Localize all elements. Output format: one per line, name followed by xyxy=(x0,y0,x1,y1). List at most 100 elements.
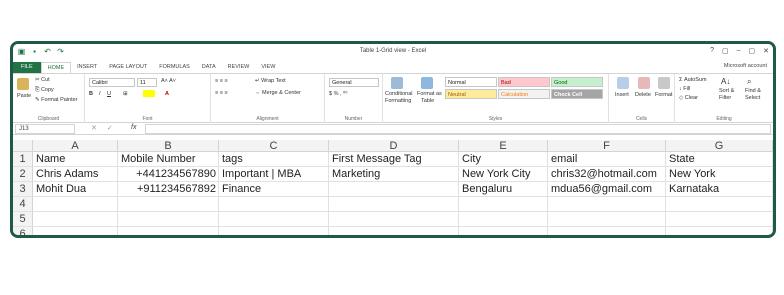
format-as-table-label-2[interactable]: Table xyxy=(421,98,434,104)
row-header[interactable]: 4 xyxy=(13,197,33,211)
paste-icon[interactable] xyxy=(17,78,29,90)
find-select-label-2[interactable]: Select xyxy=(745,95,760,101)
insert-cells-icon[interactable] xyxy=(617,77,629,89)
cell[interactable] xyxy=(329,182,459,196)
cell[interactable]: State xyxy=(666,152,773,166)
font-size-select[interactable]: 11 xyxy=(137,78,157,87)
row-header[interactable]: 3 xyxy=(13,182,33,196)
cell[interactable]: Chris Adams xyxy=(33,167,118,181)
cell[interactable] xyxy=(329,227,459,235)
column-header-c[interactable]: C xyxy=(219,140,329,152)
cell[interactable]: First Message Tag xyxy=(329,152,459,166)
format-button[interactable]: Format xyxy=(655,92,672,98)
cell[interactable]: +441234567890 xyxy=(118,167,219,181)
sort-icon[interactable]: A↓ xyxy=(721,77,730,86)
cell[interactable]: Marketing xyxy=(329,167,459,181)
conditional-formatting-label[interactable]: Conditional xyxy=(385,91,413,97)
cell[interactable] xyxy=(666,197,773,211)
help-icon[interactable]: ? xyxy=(710,47,714,55)
style-calculation[interactable]: Calculation xyxy=(498,89,550,99)
format-cells-icon[interactable] xyxy=(658,77,670,89)
cancel-icon[interactable]: ✕ xyxy=(91,124,97,132)
row-header[interactable]: 1 xyxy=(13,152,33,166)
paste-button[interactable]: Paste xyxy=(17,93,31,99)
style-check-cell[interactable]: Check Cell xyxy=(551,89,603,99)
cell[interactable]: chris32@hotmail.com xyxy=(548,167,666,181)
underline-icon[interactable]: U xyxy=(107,91,111,97)
column-header-g[interactable]: G xyxy=(666,140,773,152)
cell[interactable] xyxy=(118,197,219,211)
cell[interactable] xyxy=(459,212,548,226)
cell[interactable]: email xyxy=(548,152,666,166)
column-header-d[interactable]: D xyxy=(329,140,459,152)
clear-button[interactable]: ◇ Clear xyxy=(679,95,698,101)
close-icon[interactable]: ✕ xyxy=(763,47,769,55)
cell[interactable] xyxy=(548,227,666,235)
grow-shrink-font-icons[interactable]: A˄ A˅ xyxy=(161,78,176,84)
minimize-icon[interactable]: – xyxy=(737,47,741,55)
tab-file[interactable]: FILE xyxy=(13,62,41,73)
cell[interactable]: City xyxy=(459,152,548,166)
cell[interactable]: Bengaluru xyxy=(459,182,548,196)
column-header-f[interactable]: F xyxy=(548,140,666,152)
cell[interactable] xyxy=(118,212,219,226)
cell[interactable] xyxy=(666,212,773,226)
wrap-text-button[interactable]: ↵ Wrap Text xyxy=(255,78,286,84)
ribbon-display-icon[interactable]: ▢ xyxy=(722,47,729,55)
tab-data[interactable]: DATA xyxy=(196,62,222,73)
style-bad[interactable]: Bad xyxy=(498,77,550,87)
cell[interactable] xyxy=(666,227,773,235)
cell[interactable] xyxy=(459,227,548,235)
sort-filter-label-2[interactable]: Filter xyxy=(719,95,731,101)
maximize-icon[interactable]: ▢ xyxy=(749,47,756,55)
cell[interactable]: +911234567892 xyxy=(118,182,219,196)
cell[interactable]: New York City xyxy=(459,167,548,181)
cell[interactable] xyxy=(219,197,329,211)
column-header-b[interactable]: B xyxy=(118,140,219,152)
enter-icon[interactable]: ✓ xyxy=(107,124,113,132)
account-link[interactable]: Microsoft account xyxy=(724,63,767,69)
number-format-icons[interactable]: $ % , ⁰⁰ xyxy=(329,91,347,97)
cut-button[interactable]: ✂ Cut xyxy=(35,77,50,83)
conditional-formatting-icon[interactable] xyxy=(391,77,403,89)
cell[interactable] xyxy=(329,197,459,211)
conditional-formatting-label-2[interactable]: Formatting xyxy=(385,98,411,104)
delete-cells-icon[interactable] xyxy=(638,77,650,89)
cell[interactable] xyxy=(219,212,329,226)
name-box[interactable]: J13 xyxy=(15,124,75,134)
tab-page-layout[interactable]: PAGE LAYOUT xyxy=(103,62,153,73)
italic-icon[interactable]: I xyxy=(99,91,101,97)
cell[interactable] xyxy=(33,197,118,211)
find-icon[interactable]: ⌕ xyxy=(747,77,751,87)
style-neutral[interactable]: Neutral xyxy=(445,89,497,99)
row-header[interactable]: 5 xyxy=(13,212,33,226)
cell[interactable]: tags xyxy=(219,152,329,166)
row-header[interactable]: 2 xyxy=(13,167,33,181)
tab-home[interactable]: HOME xyxy=(40,62,72,73)
bold-icon[interactable]: B xyxy=(89,91,93,97)
fill-button[interactable]: ↓ Fill xyxy=(679,86,690,92)
tab-review[interactable]: REVIEW xyxy=(222,62,256,73)
cell[interactable]: mdua56@gmail.com xyxy=(548,182,666,196)
align-left-icons[interactable]: ≡ ≡ ≡ xyxy=(215,90,228,96)
cell[interactable] xyxy=(548,212,666,226)
select-all-corner[interactable] xyxy=(13,140,33,151)
cell[interactable] xyxy=(329,212,459,226)
style-good[interactable]: Good xyxy=(551,77,603,87)
cell[interactable] xyxy=(459,197,548,211)
find-select-label[interactable]: Find & xyxy=(745,88,761,94)
tab-view[interactable]: VIEW xyxy=(255,62,281,73)
fill-color-icon[interactable] xyxy=(143,90,155,97)
formula-input[interactable] xyxy=(145,124,771,134)
cell[interactable]: Karnataka xyxy=(666,182,773,196)
column-header-e[interactable]: E xyxy=(459,140,548,152)
insert-function-icon[interactable]: fx xyxy=(131,124,136,131)
align-top-icons[interactable]: ≡ ≡ ≡ xyxy=(215,78,228,84)
column-header-a[interactable]: A xyxy=(33,140,118,152)
tab-insert[interactable]: INSERT xyxy=(71,62,103,73)
number-format-select[interactable]: General xyxy=(329,78,379,87)
cell[interactable]: Mobile Number xyxy=(118,152,219,166)
cell[interactable]: Important | MBA xyxy=(219,167,329,181)
copy-button[interactable]: ⎘ Copy xyxy=(35,87,54,94)
cell[interactable] xyxy=(118,227,219,235)
